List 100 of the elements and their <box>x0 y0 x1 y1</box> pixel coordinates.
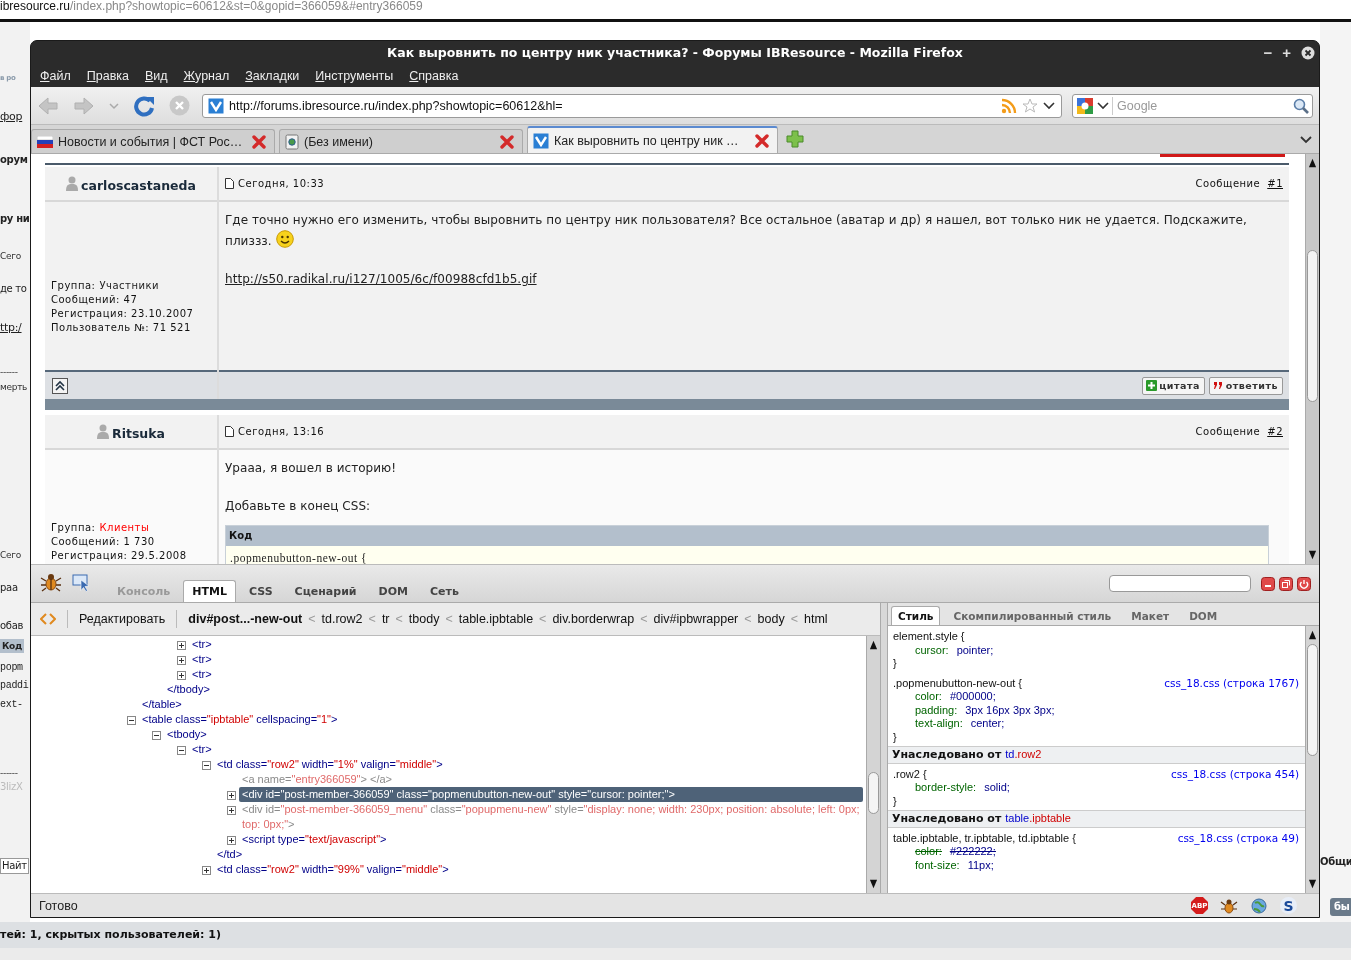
breadcrumb[interactable]: body <box>757 612 785 626</box>
menu-item[interactable]: Правка <box>78 68 137 83</box>
dom-node[interactable]: </tbody> <box>164 682 863 697</box>
collapse-icon[interactable] <box>152 731 161 740</box>
reload-icon[interactable] <box>133 94 155 117</box>
element-link[interactable]: table.ipbtable <box>1005 812 1071 824</box>
source-link[interactable]: css_18.css (строка 1767) <box>1164 676 1299 690</box>
link[interactable]: http://s50.radikal.ru/i127/1005/6c/f00988cfd1b5.gif <box>225 272 537 286</box>
breadcrumb[interactable]: div#post...-new-out <box>188 612 303 626</box>
dom-node[interactable]: <a name="entry366059"> </a> <box>239 772 863 787</box>
expand-icon[interactable] <box>177 656 186 665</box>
chevron-icon[interactable] <box>1300 136 1312 144</box>
css-property[interactable]: text-align: <box>915 717 963 729</box>
scrollbar[interactable] <box>866 636 880 893</box>
collapse-icon[interactable] <box>202 761 211 770</box>
author-name[interactable]: Ritsuka <box>112 422 165 441</box>
breadcrumb[interactable]: tr <box>381 612 390 626</box>
dom-node[interactable]: <table class="ipbtable" cellspacing="1"> <box>139 712 863 727</box>
minimize-button[interactable] <box>1261 577 1275 591</box>
menu-item[interactable]: Файл <box>32 68 79 83</box>
expand-icon[interactable] <box>202 866 211 875</box>
css-property[interactable]: cursor: <box>915 643 949 656</box>
dom-node[interactable]: <tbody> <box>164 727 863 742</box>
button[interactable]: бы <box>1330 898 1351 916</box>
star-icon[interactable] <box>1022 97 1038 114</box>
panel-tab[interactable]: Макет <box>1124 606 1177 625</box>
panel-tab[interactable]: DOM <box>1182 606 1225 625</box>
author-name[interactable]: carloscastaneda <box>81 174 196 193</box>
dom-node[interactable]: <td class="row2" width="1%" valign="middle"> <box>214 757 863 772</box>
inspect-icon[interactable] <box>72 574 92 592</box>
breadcrumb[interactable]: div.borderwrap <box>552 612 635 626</box>
css-value[interactable]: #000000; <box>949 690 996 702</box>
edit-button[interactable]: Редактировать <box>79 612 166 626</box>
post-number-link[interactable]: #1 <box>1267 178 1283 189</box>
source-link[interactable]: css_18.css (строка 454) <box>1170 767 1299 781</box>
browser-tab[interactable]: (Без имени) <box>279 129 523 153</box>
close-icon[interactable] <box>755 133 769 148</box>
dom-node[interactable]: </td> <box>214 847 863 862</box>
expand-icon[interactable] <box>177 671 186 680</box>
dom-node[interactable]: <script type="text/javascript"> <box>239 832 863 847</box>
menu-item[interactable]: Инструменты <box>307 68 402 83</box>
collapse-icon[interactable] <box>177 746 186 755</box>
dom-node[interactable]: <tr> <box>189 652 863 667</box>
dom-node[interactable]: <div id="post-member-366059" class="popmenubutton-new-out" style="cursor: pointer;"> <box>239 787 863 802</box>
minimize-button[interactable]: − <box>1263 45 1273 60</box>
detach-button[interactable] <box>1279 577 1293 591</box>
panel-tab[interactable]: Стиль <box>891 606 941 625</box>
css-property[interactable]: border-style: <box>915 781 977 793</box>
caret-icon[interactable] <box>1043 101 1055 110</box>
search-icon[interactable] <box>1293 97 1309 114</box>
search-field[interactable]: Google <box>1072 93 1313 118</box>
reply-button[interactable]: ответить <box>1208 376 1283 395</box>
breadcrumb[interactable]: td.row2 <box>321 612 363 626</box>
engine-icon[interactable] <box>1076 96 1094 115</box>
css-value[interactable]: center; <box>970 717 1005 729</box>
breadcrumb[interactable]: html <box>804 612 828 626</box>
breadcrumb[interactable]: table.ipbtable <box>458 612 534 626</box>
dom-node[interactable]: <tr> <box>189 637 863 652</box>
browser-tab[interactable]: Как выровнить по центру ник … <box>527 126 778 153</box>
scrollbar[interactable] <box>1305 154 1319 564</box>
scroll-top-button[interactable] <box>52 377 68 394</box>
dom-node[interactable]: <tr> <box>189 742 863 757</box>
css-property[interactable]: padding: <box>915 703 958 716</box>
globe-icon[interactable] <box>1250 896 1268 915</box>
dom-node[interactable]: </table> <box>139 697 863 712</box>
menu-item[interactable]: Закладки <box>237 68 308 83</box>
panel-tab[interactable]: HTML <box>183 580 236 602</box>
search-field[interactable] <box>1109 575 1251 592</box>
source-link[interactable]: css_18.css (строка 49) <box>1177 831 1299 845</box>
css-value[interactable]: 11px; <box>967 858 994 871</box>
scrollbar[interactable] <box>1305 626 1319 893</box>
link[interactable]: фор <box>0 110 23 124</box>
close-icon[interactable] <box>1301 45 1315 60</box>
expand-icon[interactable] <box>227 791 236 800</box>
menu-item[interactable]: Справка <box>401 68 467 83</box>
css-property[interactable]: color: <box>915 690 942 702</box>
address-field[interactable]: http://forums.ibresource.ru/index.php?showtopic=60612&hl= <box>202 93 1062 118</box>
css-value[interactable]: solid; <box>984 781 1010 793</box>
quote-button[interactable]: цитата <box>1142 376 1205 395</box>
panel-tab[interactable]: Сеть <box>421 580 468 602</box>
maximize-button[interactable]: + <box>1282 45 1291 60</box>
search-input[interactable]: Google <box>1112 96 1290 115</box>
browser-tab[interactable]: Новости и события | ФСТ Рос… <box>31 129 275 153</box>
breadcrumb[interactable]: tbody <box>408 612 440 626</box>
panel-tab[interactable]: Сценарий <box>285 580 366 602</box>
element-link[interactable]: td.row2 <box>1005 748 1042 760</box>
menu-item[interactable]: Вид <box>137 68 176 83</box>
css-value[interactable]: pointer; <box>956 643 994 656</box>
dom-node[interactable]: <tr> <box>189 667 863 682</box>
expand-icon[interactable] <box>227 836 236 845</box>
panel-tab[interactable]: CSS <box>239 580 282 602</box>
dom-node[interactable]: <td class="row2" width="99%" valign="middle"> <box>214 862 863 877</box>
expand-icon[interactable] <box>177 641 186 650</box>
collapse-icon[interactable] <box>127 716 136 725</box>
link[interactable]: ttp:/ <box>0 321 22 335</box>
caret-icon[interactable] <box>1097 101 1109 110</box>
menu-item[interactable]: Журнал <box>175 68 238 83</box>
dom-node[interactable]: <div id="post-member-366059_menu" class="popupmenu-new" style="display: none; width: 230px; position: absolute; left: 0px; top: 0px;"> <box>239 802 863 832</box>
css-property[interactable]: font-size: <box>915 858 960 871</box>
breadcrumb[interactable]: div#ipbwrapper <box>653 612 739 626</box>
